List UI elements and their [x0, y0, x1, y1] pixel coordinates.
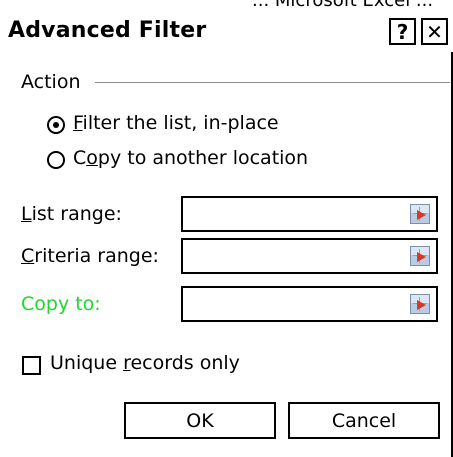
mnemonic-o: o: [86, 147, 98, 169]
help-icon: ?: [396, 19, 409, 44]
advanced-filter-dialog: ... Microsoft Excel ... Advanced Filter …: [0, 0, 453, 457]
background-window-fragment: ... Microsoft Excel ...: [0, 0, 453, 12]
mnemonic-l: L: [21, 203, 32, 225]
help-button[interactable]: ?: [389, 18, 416, 45]
mnemonic-c: C: [21, 245, 35, 267]
cancel-button[interactable]: Cancel: [288, 402, 440, 439]
unique-records-checkbox[interactable]: [22, 356, 41, 375]
collapse-dialog-icon[interactable]: [410, 246, 430, 266]
collapse-dialog-icon[interactable]: [410, 204, 430, 224]
label-rest: ecords only: [130, 352, 240, 374]
unique-records-label[interactable]: Unique records only: [50, 352, 240, 374]
label-rest: ist range:: [31, 203, 122, 225]
copy-to-label: Copy to:: [21, 293, 101, 315]
list-range-input[interactable]: [181, 196, 438, 232]
copy-to-input[interactable]: [181, 286, 438, 322]
close-button[interactable]: ✕: [421, 18, 448, 45]
radio-copy-to-location[interactable]: [47, 151, 65, 169]
criteria-range-input[interactable]: [181, 238, 438, 274]
action-group-label: Action: [21, 71, 81, 93]
label-rest: ilter the list, in-place: [82, 112, 279, 134]
ok-button[interactable]: OK: [124, 402, 276, 439]
close-icon: ✕: [426, 19, 443, 44]
collapse-dialog-icon[interactable]: [410, 294, 430, 314]
label-pre: C: [73, 147, 87, 169]
mnemonic-f: F: [73, 112, 83, 134]
label-rest: riteria range:: [34, 245, 159, 267]
dialog-title: Advanced Filter: [8, 18, 207, 43]
cropped-text: ... Microsoft Excel ...: [252, 0, 434, 11]
list-range-label: List range:: [21, 203, 122, 225]
radio-filter-in-place[interactable]: [47, 116, 65, 134]
radio-copy-to-location-label[interactable]: Copy to another location: [73, 147, 308, 169]
label-pre: Unique: [50, 352, 124, 374]
title-bar: Advanced Filter ? ✕: [0, 14, 453, 52]
action-group-divider: [95, 82, 450, 83]
criteria-range-label: Criteria range:: [21, 245, 159, 267]
label-rest: py to another location: [97, 147, 309, 169]
radio-selected-dot: [53, 122, 59, 128]
radio-filter-in-place-label[interactable]: Filter the list, in-place: [73, 112, 279, 134]
